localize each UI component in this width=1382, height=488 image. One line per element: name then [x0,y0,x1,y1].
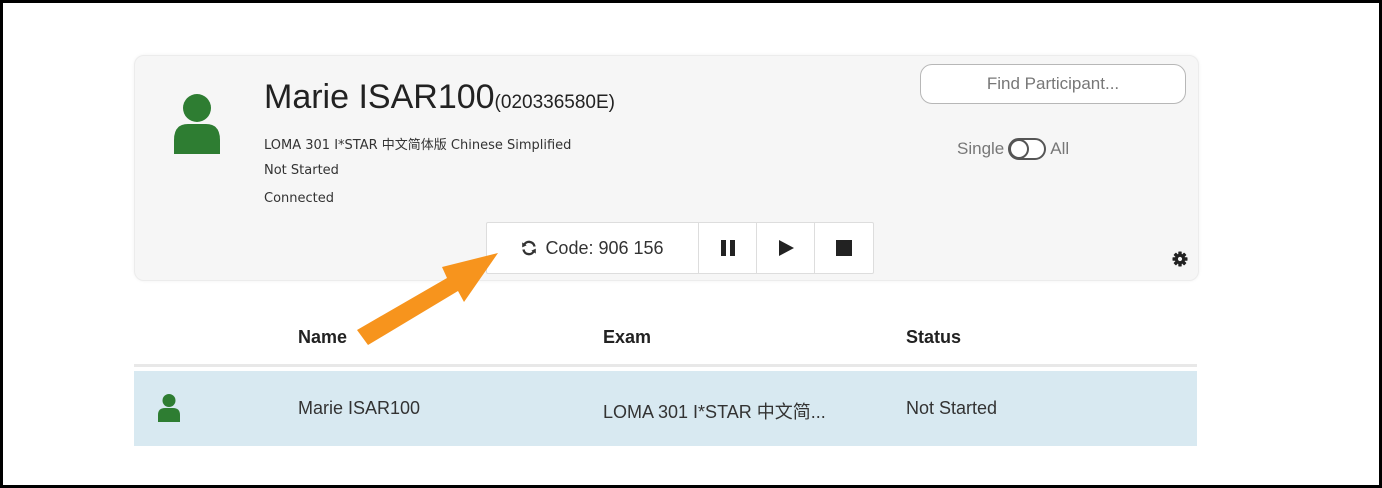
participant-heading: Marie ISAR100(020336580E) [264,78,615,117]
toggle-all-label: All [1050,139,1070,158]
pause-button[interactable] [699,223,757,273]
stop-button[interactable] [815,223,873,273]
play-button[interactable] [757,223,815,273]
play-icon [778,240,794,256]
session-controls: Code: 906 156 [486,222,874,274]
toggle-single-label: Single [957,139,1005,158]
access-code: Code: 906 156 [545,237,664,258]
column-header-exam[interactable]: Exam [603,327,651,348]
column-header-status[interactable]: Status [906,327,961,348]
row-status-cell: Not Started [906,398,998,418]
arrow-annotation-icon [357,253,498,345]
table-header-divider [134,364,1197,367]
toggle-knob [1009,139,1030,159]
refresh-icon [522,240,537,256]
participant-exam: LOMA 301 I*STAR 中文简体版 Chinese Simplified [264,138,572,153]
stop-icon [836,240,852,256]
gear-icon[interactable] [1172,251,1188,267]
connection-status: Connected [264,191,335,206]
refresh-code-button[interactable]: Code: 906 156 [487,223,699,273]
row-exam-cell: LOMA 301 I*STAR 中文简... [603,402,826,422]
participant-name: Marie ISAR100 [264,78,495,116]
pause-icon [720,240,735,256]
find-participant-button[interactable]: Find Participant... [920,64,1186,104]
row-name-cell: Marie ISAR100 [298,398,421,418]
person-icon [158,394,180,422]
single-all-toggle-row: Single All [957,138,1069,160]
column-header-name[interactable]: Name [298,327,347,348]
arrow-shape [357,253,498,345]
single-all-toggle[interactable] [1008,138,1047,160]
person-icon [174,94,220,154]
participant-id: (020336580E) [494,92,615,113]
participant-status: Not Started [264,163,339,178]
